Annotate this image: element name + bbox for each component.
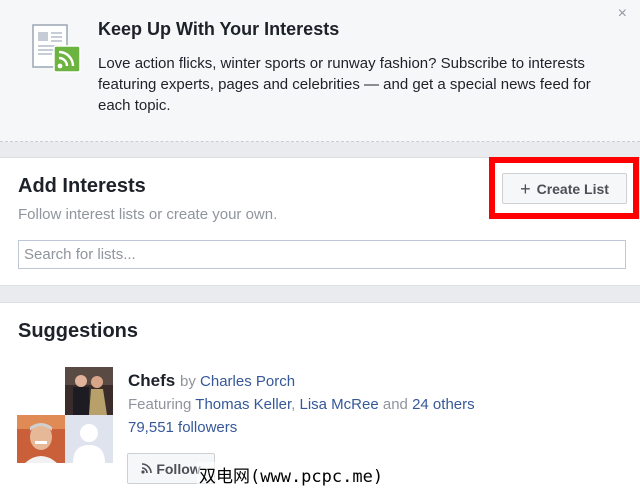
close-icon[interactable]: × <box>618 5 627 23</box>
create-list-label: Create List <box>536 180 609 197</box>
others-link[interactable]: 24 others <box>412 396 475 413</box>
follow-label: Follow <box>156 460 201 477</box>
intro-banner: Keep Up With Your Interests Love action … <box>0 0 640 142</box>
watermark: 双电网(www.pcpc.me) <box>197 462 386 487</box>
and-label: and <box>382 396 408 413</box>
featuring-label: Featuring <box>128 396 192 413</box>
suggestions-title: Suggestions <box>18 320 139 342</box>
add-interests-title: Add Interests <box>18 175 146 197</box>
intro-description: Love action flicks, winter sports or run… <box>98 55 591 114</box>
by-label: by <box>180 373 196 390</box>
featured-separator: , <box>291 396 296 413</box>
intro-title: Keep Up With Your Interests <box>98 19 340 39</box>
rss-icon <box>141 461 153 477</box>
news-feed-document-icon <box>32 24 82 74</box>
followers-count[interactable]: 79,551 followers <box>128 419 237 436</box>
search-lists-input[interactable] <box>18 240 626 269</box>
featured-link[interactable]: Thomas Keller <box>195 396 291 413</box>
list-thumbnail-collage[interactable] <box>17 367 113 463</box>
plus-icon: + <box>520 178 531 199</box>
list-name[interactable]: Chefs <box>128 371 175 391</box>
thumbnail-empty <box>17 367 65 415</box>
thumbnail-photo <box>65 367 113 415</box>
thumbnail-photo <box>17 415 65 463</box>
author-link[interactable]: Charles Porch <box>200 373 295 390</box>
add-interests-panel: Add Interests Follow interest lists or c… <box>0 157 640 286</box>
add-interests-subtitle: Follow interest lists or create your own… <box>18 206 278 223</box>
default-avatar-icon <box>65 415 113 463</box>
featured-link[interactable]: Lisa McRee <box>300 396 379 413</box>
list-byline: by Charles Porch <box>180 373 295 390</box>
list-featuring: Featuring Thomas Keller, Lisa McRee and … <box>128 396 475 413</box>
create-list-button[interactable]: + Create List <box>502 173 627 204</box>
